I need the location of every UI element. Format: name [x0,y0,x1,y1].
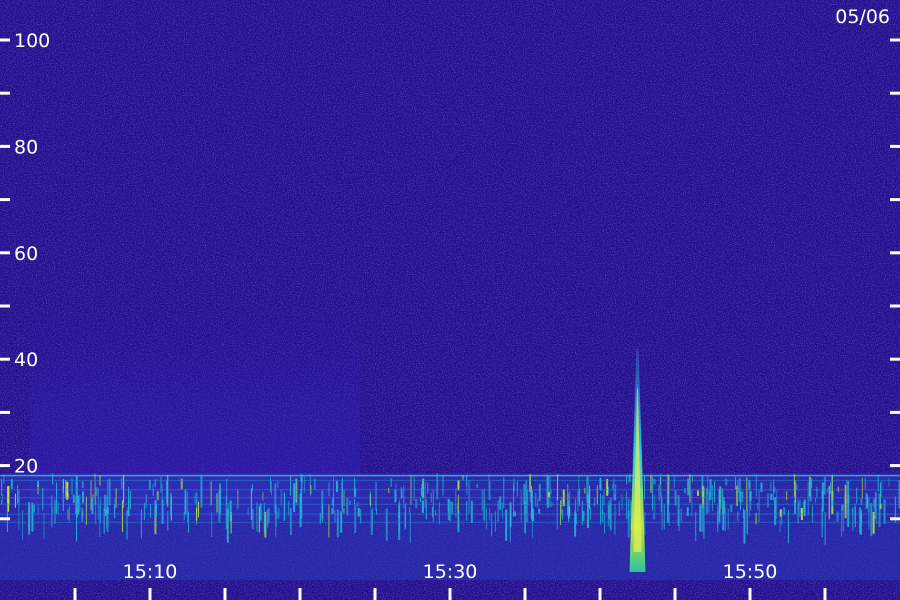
spectrogram-frame: 100 80 60 40 20 15:10 15:30 15:50 05/06 [0,0,900,600]
x-tick-label: 15:50 [723,561,778,583]
date-label: 05/06 [835,6,890,28]
y-tick-label: 20 [14,456,38,478]
y-tick-label: 100 [14,30,50,52]
y-tick-label: 80 [14,136,38,158]
x-tick-label: 15:10 [123,561,178,583]
spectrogram-plot: 100 80 60 40 20 15:10 15:30 15:50 05/06 [0,0,900,600]
y-tick-label: 60 [14,243,38,265]
y-tick-label: 40 [14,349,38,371]
x-tick-label: 15:30 [423,561,478,583]
